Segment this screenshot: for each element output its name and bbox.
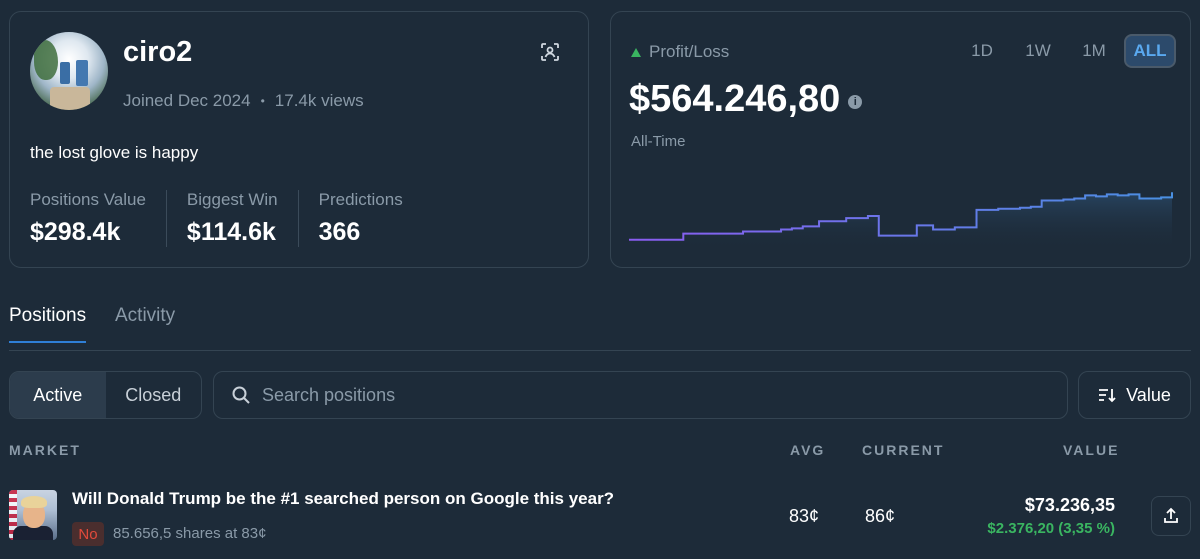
active-toggle-button[interactable]: Active: [10, 372, 106, 418]
stat-predictions: Predictions 366: [319, 190, 423, 247]
view-count: 17.4k views: [274, 91, 364, 110]
market-thumbnail: [9, 490, 57, 540]
range-1d-button[interactable]: 1D: [956, 34, 1008, 68]
search-input[interactable]: [262, 384, 1022, 406]
pnl-chart: [629, 180, 1174, 250]
thumb-suit: [13, 526, 53, 540]
column-header-value[interactable]: VALUE: [1063, 442, 1119, 458]
pnl-label: Profit/Loss: [631, 42, 729, 62]
stats-row: Positions Value $298.4k Biggest Win $114…: [30, 190, 443, 247]
profile-meta: Joined Dec 2024 • 17.4k views: [123, 91, 364, 111]
pnl-label-text: Profit/Loss: [649, 42, 730, 61]
stat-label: Positions Value: [30, 190, 146, 209]
table-row[interactable]: Will Donald Trump be the #1 searched per…: [9, 480, 1191, 559]
avatar-door: [60, 62, 70, 84]
profile-card: ciro2 Joined Dec 2024 • 17.4k views the …: [9, 11, 589, 268]
range-selector: 1D 1W 1M ALL: [956, 34, 1176, 68]
avatar[interactable]: [30, 32, 108, 110]
stat-value: 366: [318, 218, 361, 246]
current-price: 86¢: [865, 506, 896, 526]
stat-positions-value: Positions Value $298.4k: [30, 190, 167, 247]
avatar-street: [50, 87, 90, 110]
separator-dot: •: [260, 94, 265, 108]
thumb-hair: [21, 496, 47, 508]
closed-toggle-button[interactable]: Closed: [106, 372, 202, 418]
info-icon[interactable]: i: [848, 94, 863, 109]
stat-value: $298.4k: [30, 218, 121, 246]
sort-icon: [1099, 389, 1116, 403]
status-toggle: Active Closed: [9, 371, 202, 419]
bio: the lost glove is happy: [30, 143, 199, 162]
tab-activity[interactable]: Activity: [115, 305, 175, 341]
pnl-period: All-Time: [631, 133, 686, 150]
column-header-avg[interactable]: AVG: [790, 442, 825, 458]
share-icon: [1164, 507, 1178, 523]
share-button[interactable]: [1151, 496, 1191, 536]
search-icon: [232, 386, 250, 404]
column-header-current[interactable]: CURRENT: [862, 442, 944, 458]
sort-label: Value: [1126, 384, 1171, 405]
pnl-card: Profit/Loss $564.246,80 i All-Time 1D 1W…: [610, 11, 1191, 268]
pnl-chart-area: [629, 192, 1172, 250]
position-change: $2.376,20 (3,35 %): [987, 520, 1115, 537]
joined-date: Joined Dec 2024: [123, 91, 251, 110]
pnl-chart-svg: [629, 192, 1173, 250]
sort-value-button[interactable]: Value: [1078, 371, 1191, 419]
pnl-value: $564.246,80 i: [629, 78, 863, 121]
avg-price: 83¢: [789, 506, 820, 526]
scan-icon[interactable]: [538, 40, 562, 64]
pnl-amount: $564.246,80: [629, 78, 841, 120]
avatar-door: [76, 60, 88, 86]
outcome-badge: No: [72, 522, 104, 546]
market-title[interactable]: Will Donald Trump be the #1 searched per…: [72, 489, 614, 509]
tab-bar: Positions Activity: [9, 305, 1191, 351]
shares-info: 85.656,5 shares at 83¢: [113, 525, 267, 542]
tab-positions[interactable]: Positions: [9, 305, 87, 343]
search-box: [213, 371, 1068, 419]
stat-label: Biggest Win: [186, 190, 278, 209]
column-header-market[interactable]: MARKET: [9, 442, 81, 458]
stat-label: Predictions: [318, 190, 403, 209]
stat-value: $114.6k: [186, 218, 276, 246]
username: ciro2: [123, 36, 193, 68]
stat-biggest-win: Biggest Win $114.6k: [187, 190, 299, 247]
position-value: $73.236,35: [1024, 495, 1115, 515]
range-all-button[interactable]: ALL: [1124, 34, 1176, 68]
range-1w-button[interactable]: 1W: [1012, 34, 1064, 68]
range-1m-button[interactable]: 1M: [1068, 34, 1120, 68]
avatar-plant: [34, 40, 58, 80]
up-triangle-icon: [631, 47, 641, 57]
